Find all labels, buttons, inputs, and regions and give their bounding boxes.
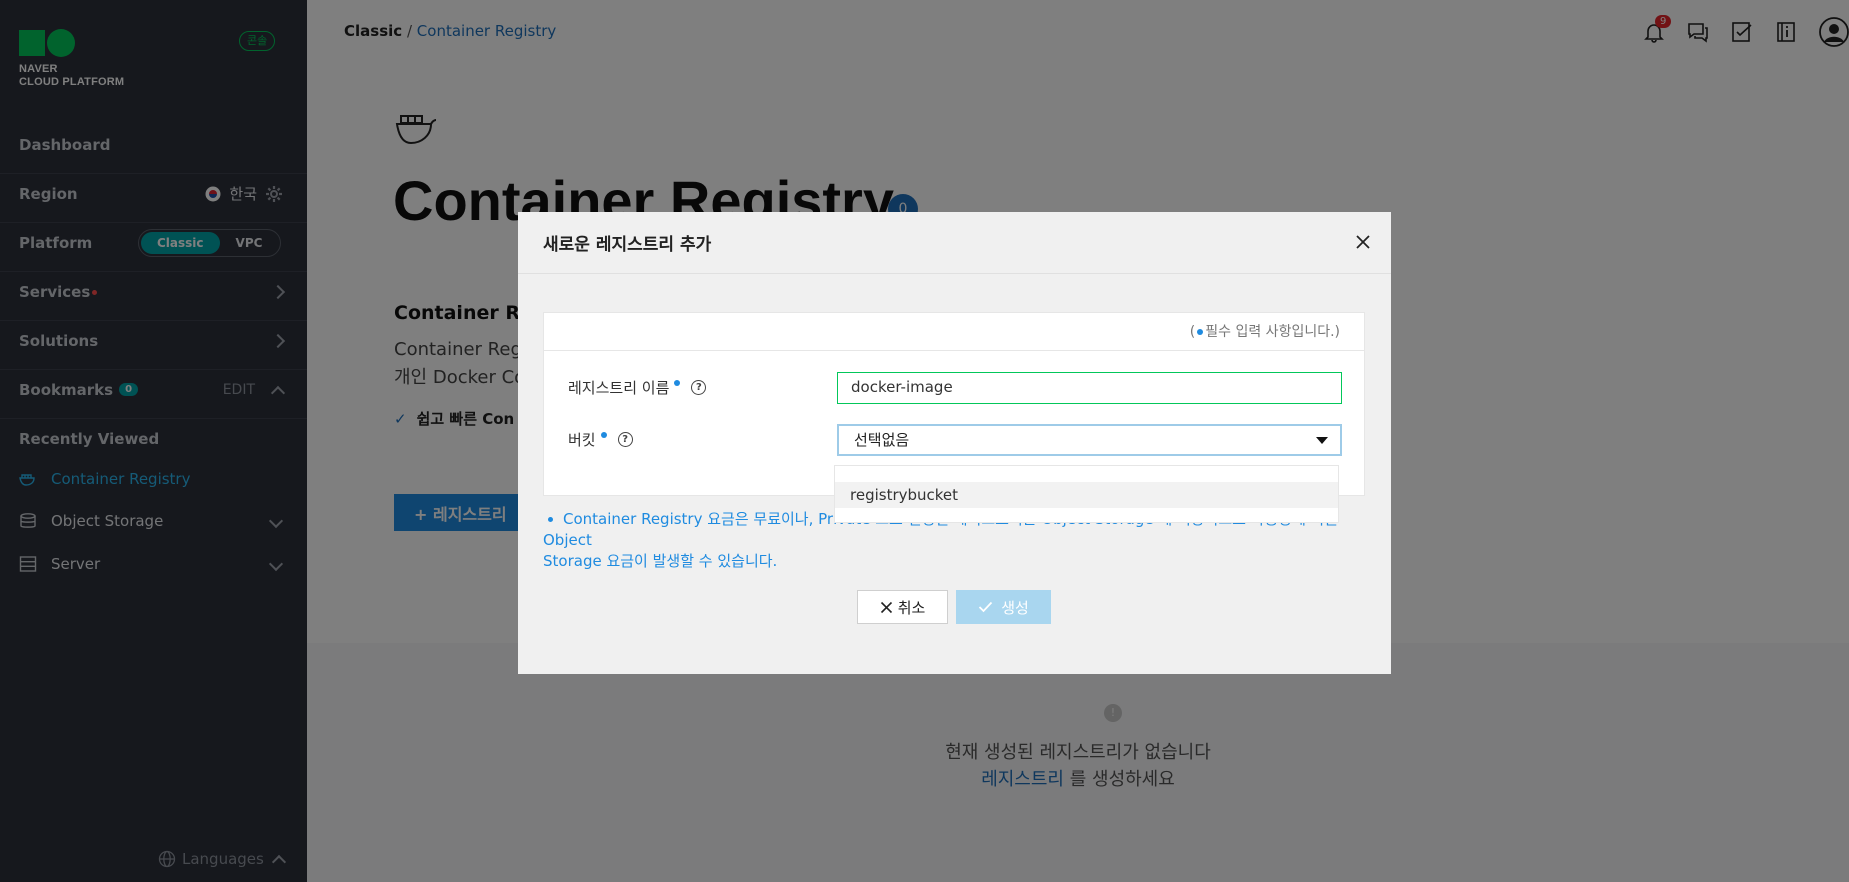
create-label: 생성 <box>1001 598 1029 617</box>
cancel-button[interactable]: 취소 <box>857 590 948 624</box>
required-dot <box>674 379 681 386</box>
notice-line2: Storage 요금이 발생할 수 있습니다. <box>543 552 778 570</box>
registry-name-input[interactable]: docker-image <box>837 372 1342 404</box>
required-dot <box>1197 329 1204 335</box>
required-dot <box>600 431 607 438</box>
notice-bullet <box>548 517 553 522</box>
cancel-label: 취소 <box>897 598 926 617</box>
bucket-label: 버킷 ? <box>568 429 633 450</box>
bucket-selected-value: 선택없음 <box>854 431 910 449</box>
help-icon[interactable]: ? <box>617 432 633 447</box>
modal-header: 새로운 레지스트리 추가 <box>518 212 1391 274</box>
caret-down-icon <box>1316 437 1328 444</box>
modal-title: 새로운 레지스트리 추가 <box>543 235 712 255</box>
close-icon <box>880 601 892 613</box>
registry-name-label-text: 레지스트리 이름 <box>568 379 670 397</box>
add-registry-modal: 새로운 레지스트리 추가 ( 필수 입력 사항입니다.) 레지스트리 이름 ? d… <box>518 212 1391 674</box>
bucket-label-text: 버킷 <box>568 431 596 449</box>
check-icon <box>979 601 993 613</box>
close-icon[interactable] <box>1355 234 1371 250</box>
registry-name-label: 레지스트리 이름 ? <box>568 377 707 398</box>
required-note-text: 필수 입력 사항입니다.) <box>1205 324 1340 340</box>
bucket-select[interactable]: 선택없음 <box>837 424 1342 456</box>
bucket-option-registrybucket[interactable]: registrybucket <box>835 482 1338 508</box>
bucket-dropdown-list: registrybucket <box>834 465 1339 523</box>
required-note-open: ( <box>1189 324 1196 340</box>
required-note: ( 필수 입력 사항입니다.) <box>544 313 1364 351</box>
create-button[interactable]: 생성 <box>956 590 1051 624</box>
help-icon[interactable]: ? <box>691 380 707 395</box>
